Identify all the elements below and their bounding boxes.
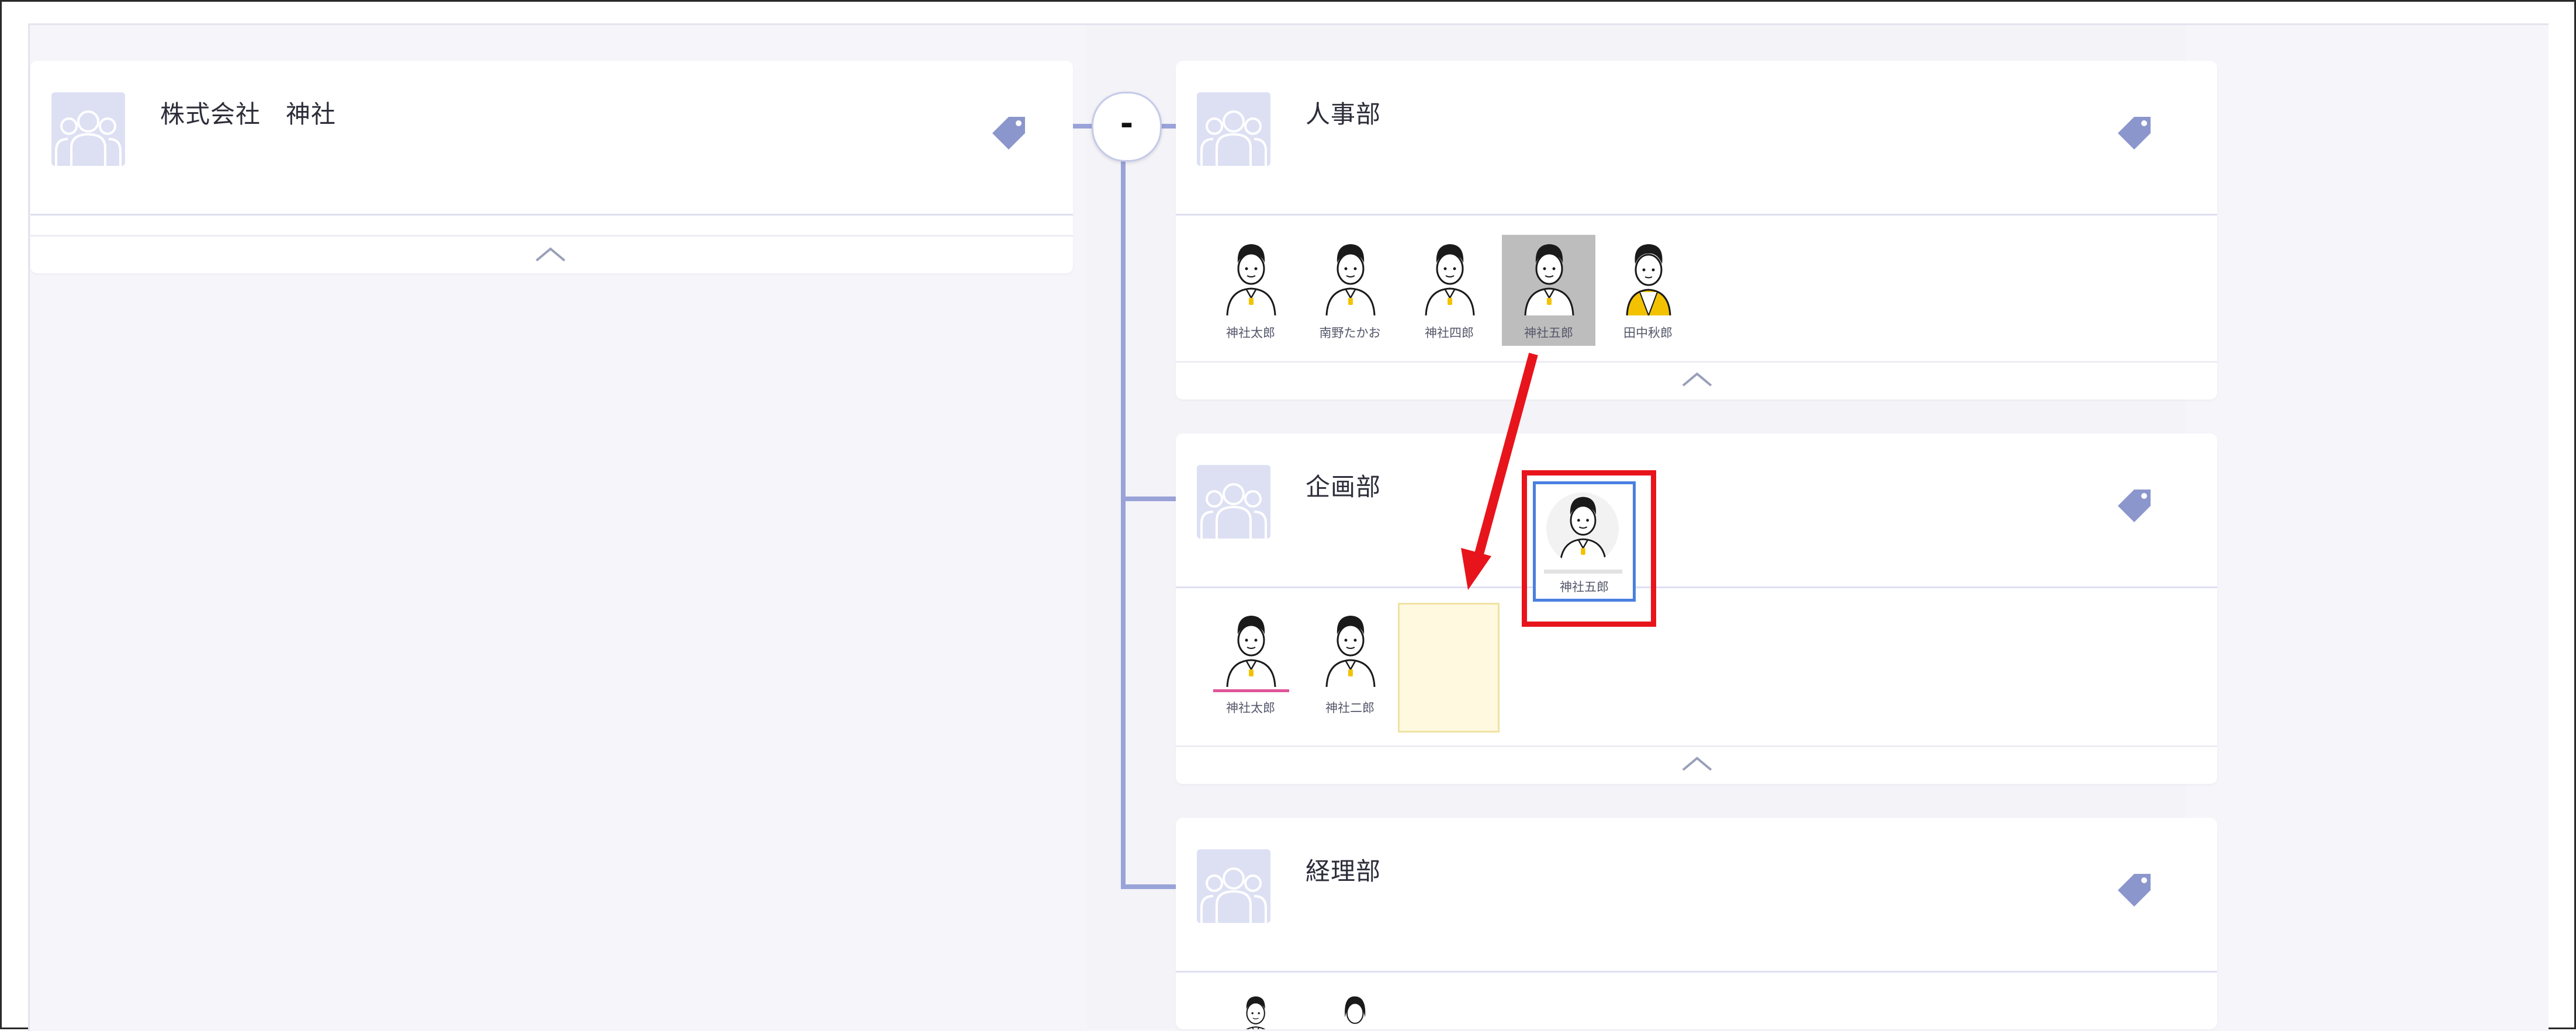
person-avatar	[1316, 239, 1384, 315]
member-name: 神社太郎	[1226, 326, 1275, 340]
toggle-label: -	[1120, 105, 1134, 142]
person-avatar	[1614, 239, 1682, 315]
divider	[30, 235, 1073, 237]
dragged-member-name: 神社五郎	[1560, 580, 1609, 594]
member-name: 神社四郎	[1425, 326, 1474, 340]
member-list: 神社太郎 神社二郎	[1176, 603, 2217, 755]
member-card[interactable]: 神社太郎	[1204, 235, 1297, 346]
drop-placeholder[interactable]	[1398, 603, 1500, 733]
member-card-dragged[interactable]: 神社五郎	[1502, 235, 1595, 346]
tag-icon[interactable]	[991, 113, 1029, 151]
collapse-toggle-button[interactable]: -	[1092, 92, 1162, 162]
people-placeholder-icon	[51, 92, 125, 166]
person-avatar	[1415, 239, 1483, 315]
person-avatar	[1546, 492, 1619, 565]
chevron-up-icon[interactable]	[534, 245, 567, 263]
member-list: 神社太郎 南野たかお 神社四郎 神社五郎 田中秋郎	[1176, 231, 2217, 389]
department-title: 企画部	[1306, 473, 1382, 501]
member-card[interactable]: 神社二郎	[1303, 606, 1397, 717]
connector-line	[1121, 158, 1126, 889]
people-placeholder-icon	[1197, 465, 1270, 539]
tag-icon[interactable]	[2117, 113, 2154, 151]
tag-icon[interactable]	[2117, 870, 2154, 908]
company-card-header	[30, 61, 1073, 216]
drag-highlight-box: 神社五郎	[1522, 470, 1656, 627]
department-card[interactable]: 経理部	[1176, 818, 2217, 1029]
highlight-underline	[1213, 689, 1289, 692]
member-card[interactable]: 南野たかお	[1303, 235, 1397, 346]
people-placeholder-icon	[1197, 849, 1270, 923]
tag-icon[interactable]	[2117, 486, 2154, 523]
member-card[interactable]: 神社太郎	[1204, 606, 1297, 717]
person-avatar	[1217, 611, 1284, 687]
department-card[interactable]: 人事部 神社太郎 南野たかお 神社四郎 神社五郎 田中秋郎	[1176, 61, 2217, 400]
department-card-header	[1176, 433, 2217, 588]
department-card[interactable]: 企画部 神社太郎 神社二郎	[1176, 433, 2217, 784]
name-bar	[1544, 570, 1622, 574]
chevron-up-icon[interactable]	[1681, 370, 1713, 388]
person-avatar	[1217, 239, 1284, 315]
department-title: 経理部	[1306, 857, 1382, 886]
person-avatar	[1331, 993, 1378, 1029]
member-name: 神社太郎	[1226, 701, 1275, 715]
people-placeholder-icon	[1197, 92, 1270, 166]
connector-line	[1073, 124, 1092, 129]
connector-line	[1121, 884, 1176, 889]
member-name: 神社五郎	[1524, 326, 1573, 340]
person-avatar	[1515, 239, 1583, 315]
company-card[interactable]: 株式会社 神社	[30, 61, 1073, 273]
member-name: 神社二郎	[1325, 701, 1374, 715]
company-title: 株式会社 神社	[160, 100, 337, 129]
person-avatar	[1316, 611, 1384, 687]
department-card-header	[1176, 818, 2217, 973]
department-title: 人事部	[1306, 100, 1382, 129]
chevron-up-icon[interactable]	[1681, 755, 1713, 772]
member-name: 田中秋郎	[1623, 326, 1673, 340]
divider	[1176, 361, 2217, 363]
member-card[interactable]: 田中秋郎	[1601, 235, 1695, 346]
person-avatar	[1232, 993, 1279, 1029]
connector-line	[1121, 497, 1176, 501]
member-name: 南野たかお	[1319, 326, 1381, 340]
department-card-header	[1176, 61, 2217, 216]
dragged-member-card[interactable]: 神社五郎	[1533, 481, 1636, 602]
member-card[interactable]: 神社四郎	[1403, 235, 1496, 346]
divider	[1176, 745, 2217, 747]
